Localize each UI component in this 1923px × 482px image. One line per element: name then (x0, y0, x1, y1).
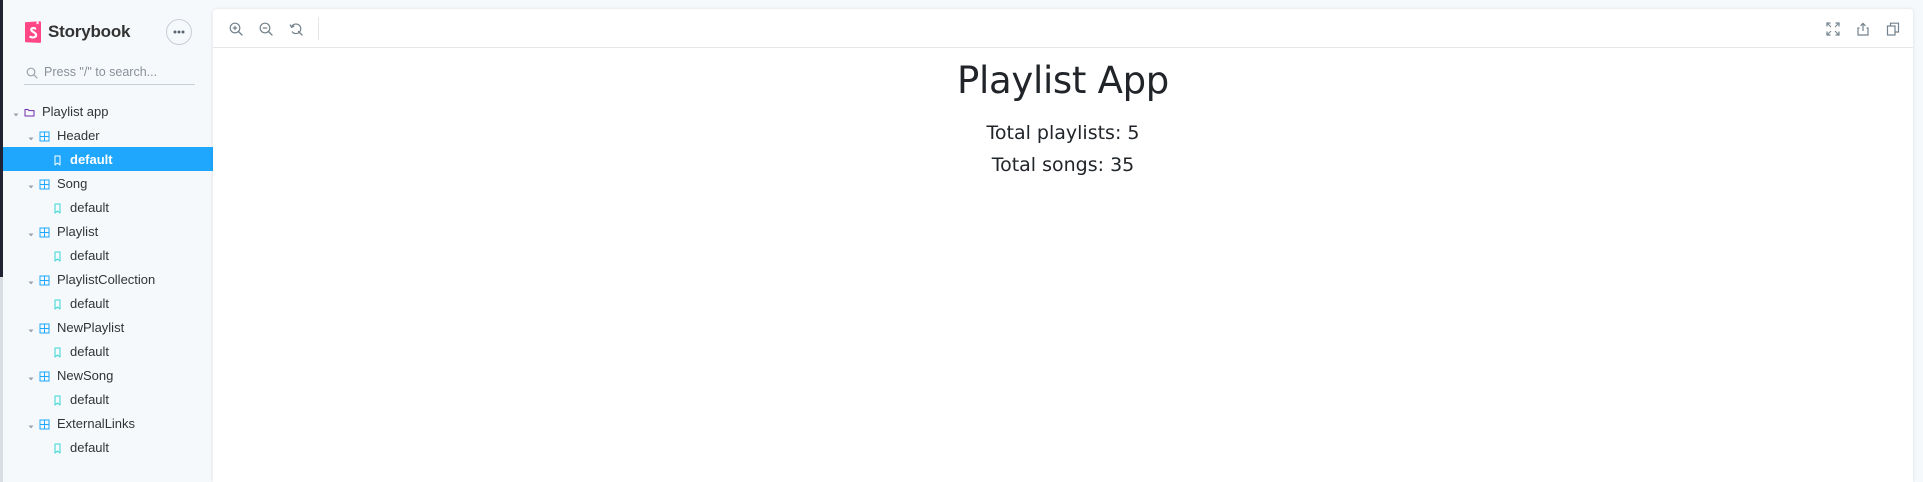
total-songs: Total songs: 35 (213, 149, 1913, 181)
component-icon (39, 178, 50, 189)
tree-component-new-song[interactable]: NewSong (3, 363, 213, 387)
share-icon (1857, 22, 1869, 36)
chevron-down-icon[interactable] (12, 107, 20, 117)
tree-story-header-default[interactable]: default (3, 147, 213, 171)
tree-component-playlist[interactable]: Playlist (3, 219, 213, 243)
tree-label: default (70, 247, 110, 263)
bookmark-icon (52, 298, 63, 309)
tree-component-header[interactable]: Header (3, 123, 213, 147)
tree-label: default (70, 295, 110, 311)
bookmark-icon (52, 442, 63, 453)
bookmark-icon (52, 250, 63, 261)
tree-label: default (70, 343, 110, 359)
tree-label: Playlist app (42, 103, 109, 119)
component-icon (39, 370, 50, 381)
zoom-reset-button[interactable] (288, 21, 304, 37)
tree-label: default (70, 199, 110, 215)
tree-story-playlist-collection-default[interactable]: default (3, 291, 213, 315)
chevron-down-icon[interactable] (27, 179, 35, 189)
total-playlists: Total playlists: 5 (213, 117, 1913, 149)
story-tree: Playlist app Header default Song default… (3, 99, 213, 459)
preview-toolbar (213, 9, 1913, 48)
stat-label: Total songs: (991, 153, 1105, 176)
copy-link-button[interactable] (1885, 21, 1901, 37)
tree-label: NewSong (57, 367, 114, 383)
zoom-in-icon (229, 22, 243, 36)
chevron-down-icon[interactable] (27, 227, 35, 237)
tree-component-new-playlist[interactable]: NewPlaylist (3, 315, 213, 339)
search-box[interactable] (24, 60, 195, 85)
component-icon (39, 322, 50, 333)
chevron-down-icon[interactable] (27, 275, 35, 285)
component-icon (39, 418, 50, 429)
zoom-in-button[interactable] (228, 21, 244, 37)
tree-label: Header (57, 127, 100, 143)
chevron-down-icon[interactable] (27, 131, 35, 141)
tree-label: default (70, 391, 110, 407)
tree-story-external-links-default[interactable]: default (3, 435, 213, 459)
sidebar: Storybook Playlist app Header (3, 0, 213, 482)
tree-label: ExternalLinks (57, 415, 136, 431)
folder-icon (24, 106, 35, 117)
component-icon (39, 226, 50, 237)
story-canvas: Playlist App Total playlists: 5 Total so… (213, 49, 1913, 482)
tree-component-external-links[interactable]: ExternalLinks (3, 411, 213, 435)
chevron-down-icon[interactable] (27, 371, 35, 381)
tree-story-playlist-default[interactable]: default (3, 243, 213, 267)
tree-label: PlaylistCollection (57, 271, 156, 287)
tree-component-song[interactable]: Song (3, 171, 213, 195)
search-input[interactable] (44, 65, 194, 79)
zoom-reset-icon (289, 23, 303, 36)
chevron-down-icon[interactable] (27, 323, 35, 333)
stat-value: 35 (1110, 153, 1135, 176)
copy-icon (1886, 22, 1900, 36)
tree-story-new-playlist-default[interactable]: default (3, 339, 213, 363)
sidebar-menu-button[interactable] (166, 19, 192, 45)
storybook-brand[interactable]: Storybook (24, 19, 130, 45)
zoom-out-icon (259, 22, 273, 36)
storybook-logo-icon (24, 20, 42, 44)
tree-component-playlist-collection[interactable]: PlaylistCollection (3, 267, 213, 291)
tree-label: Playlist (57, 223, 99, 239)
tree-story-song-default[interactable]: default (3, 195, 213, 219)
tree-label: default (70, 439, 110, 455)
bookmark-icon (52, 202, 63, 213)
bookmark-icon (52, 394, 63, 405)
zoom-out-button[interactable] (258, 21, 274, 37)
toolbar-separator (318, 17, 319, 40)
fullscreen-button[interactable] (1825, 21, 1841, 37)
component-icon (39, 274, 50, 285)
more-icon (173, 30, 185, 34)
bookmark-icon (52, 346, 63, 357)
share-button[interactable] (1855, 21, 1871, 37)
brand-name: Storybook (48, 22, 131, 41)
chevron-down-icon[interactable] (27, 419, 35, 429)
component-icon (39, 130, 50, 141)
tree-folder-playlist-app[interactable]: Playlist app (3, 99, 213, 123)
app-title: Playlist App (957, 59, 1169, 102)
stat-value: 5 (1127, 121, 1140, 144)
bookmark-icon (52, 154, 63, 165)
search-icon (26, 66, 38, 79)
tree-story-new-song-default[interactable]: default (3, 387, 213, 411)
fullscreen-icon (1826, 22, 1840, 36)
tree-label: NewPlaylist (57, 319, 125, 335)
stat-label: Total playlists: (986, 121, 1122, 144)
tree-label: default (70, 151, 113, 167)
preview-panel: Playlist App Total playlists: 5 Total so… (213, 9, 1913, 482)
tree-label: Song (57, 175, 88, 191)
